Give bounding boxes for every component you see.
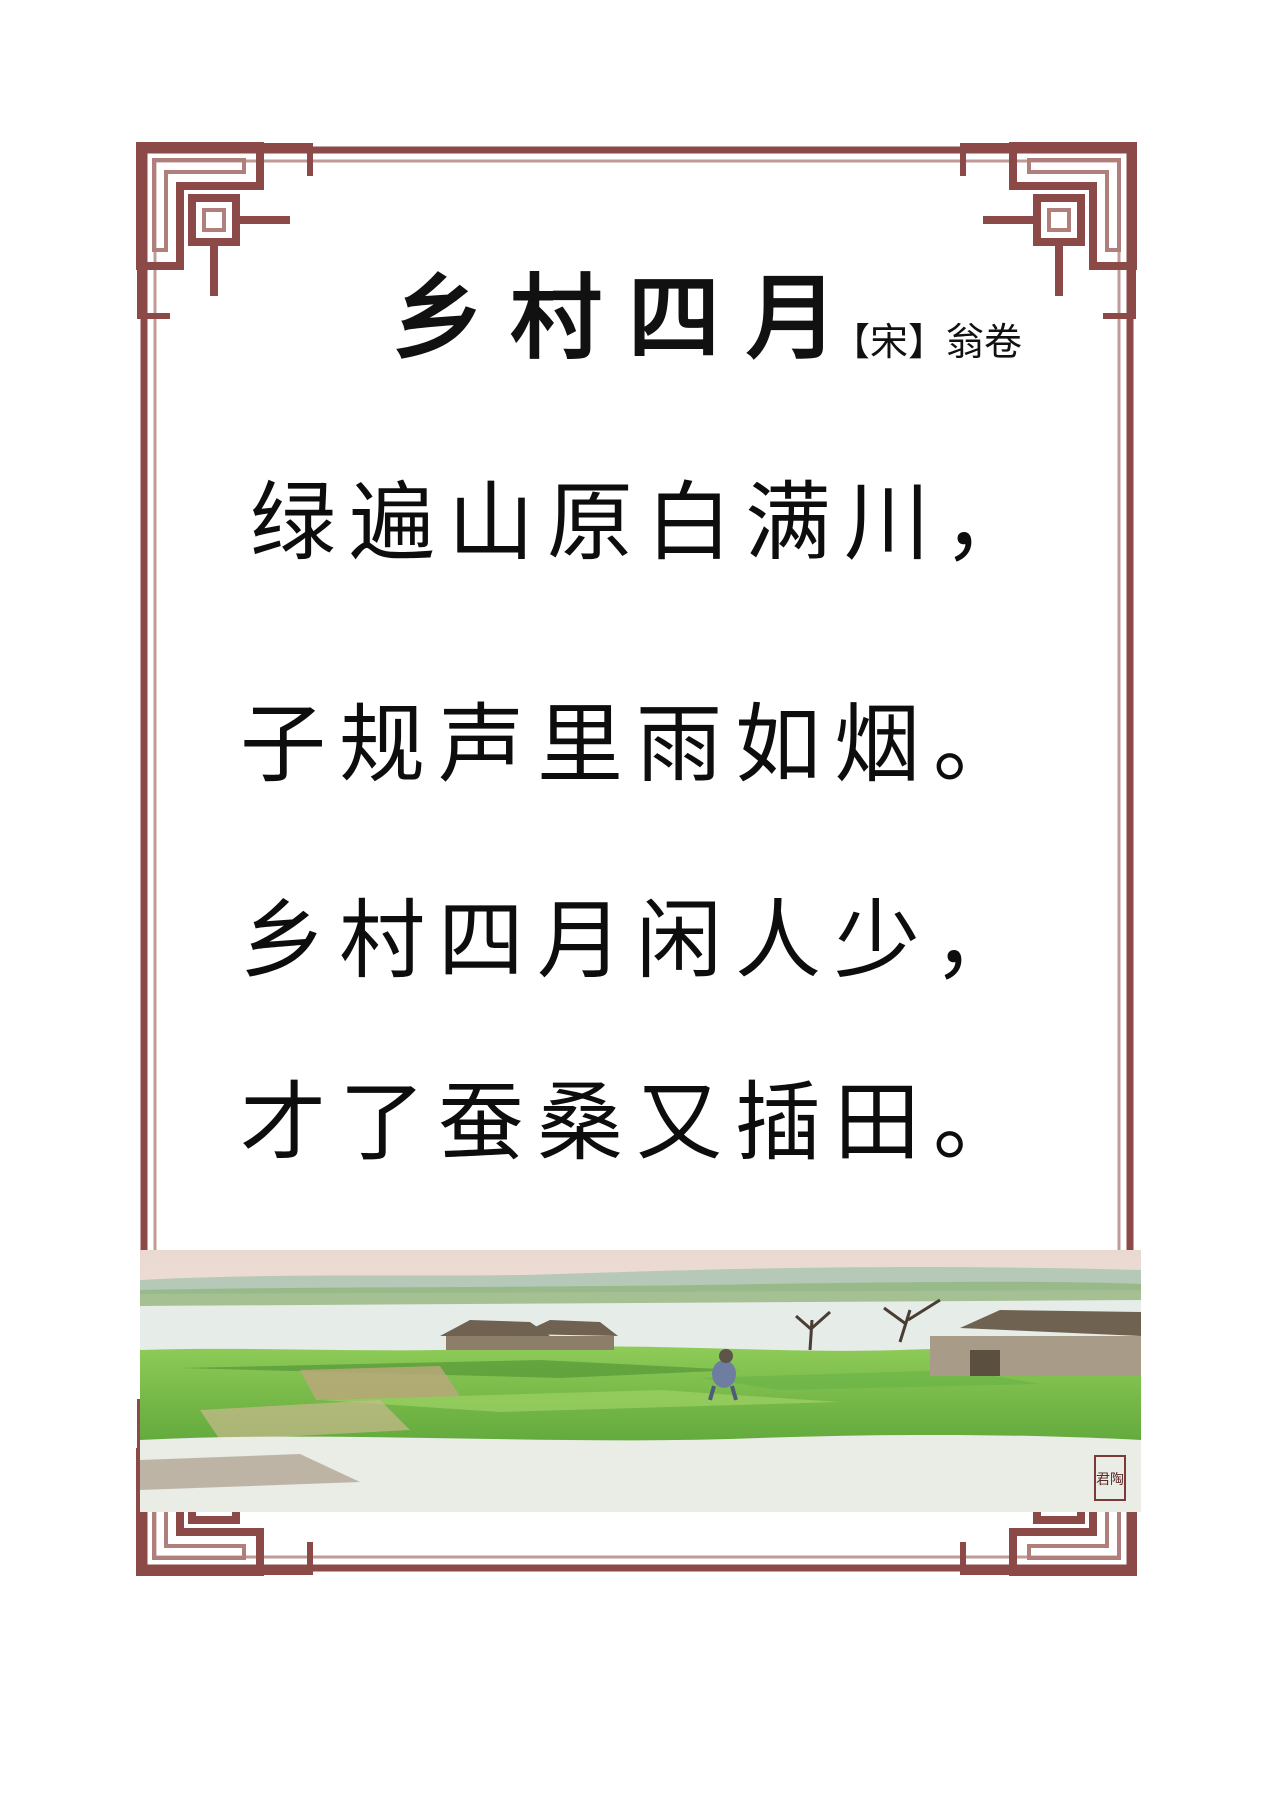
earth-plot — [300, 1366, 460, 1400]
verse-line-1: 绿遍山原白满川， — [250, 473, 1042, 573]
landscape-painting: 君陶 — [140, 1250, 1141, 1512]
svg-text:君陶: 君陶 — [1096, 1472, 1124, 1488]
poem-title: 乡村四月 — [392, 264, 865, 372]
verse-line-3: 乡村四月闲人少， — [240, 891, 1032, 991]
frame-corner-top-right — [963, 146, 1133, 316]
poem-author: 【宋】翁卷 — [832, 320, 1023, 364]
frame-corner-top-left — [140, 146, 310, 316]
verse-line-2: 子规声里雨如烟。 — [240, 695, 1032, 795]
verse-line-4: 才了蚕桑又插田。 — [240, 1073, 1032, 1173]
